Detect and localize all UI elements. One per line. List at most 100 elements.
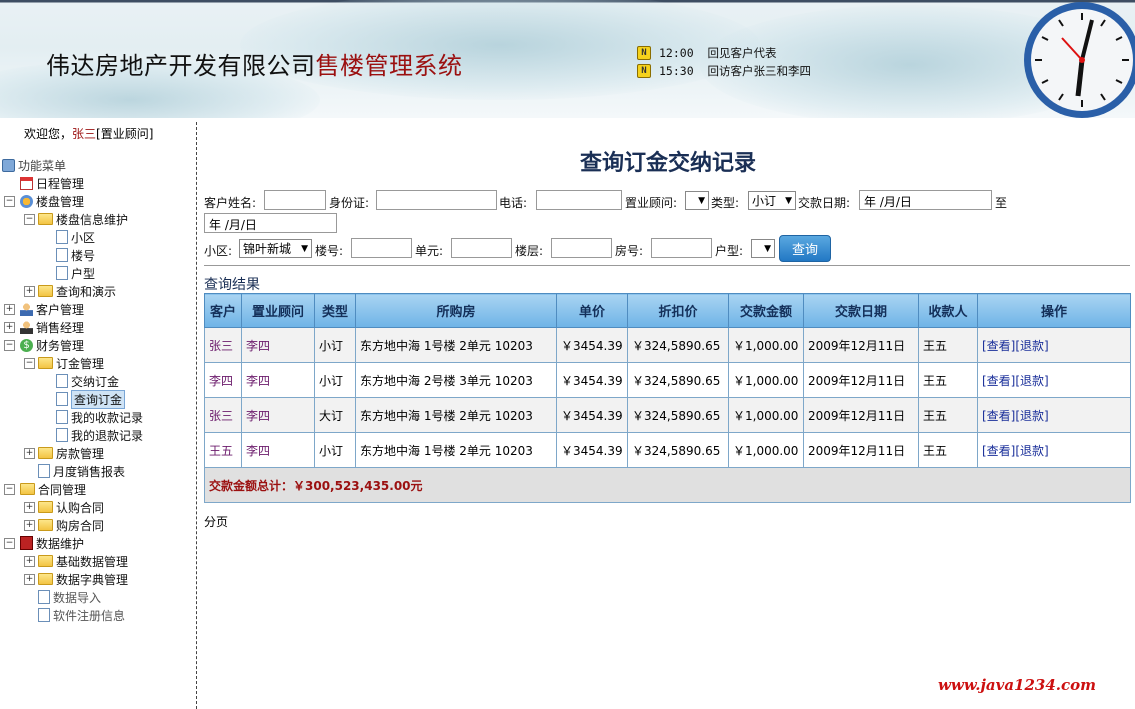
sidebar-item-my-refunds[interactable]: 我的退款记录 (56, 426, 143, 444)
column-header[interactable]: 所购房 (355, 293, 557, 328)
sidebar-item-purchase[interactable]: 购房合同 (38, 516, 104, 534)
customer-link[interactable]: 李四 (204, 362, 242, 398)
id-card-input[interactable] (376, 190, 497, 210)
sidebar-item-payment[interactable]: 房款管理 (38, 444, 104, 462)
sidebar-item-query-deposit[interactable]: 查询订金 (56, 389, 126, 409)
collapse-icon[interactable]: − (4, 340, 15, 351)
column-header[interactable]: 交款日期 (803, 293, 919, 328)
expand-icon[interactable]: + (4, 322, 15, 333)
sidebar-item-label: 月度销售报表 (53, 464, 126, 479)
refund-link[interactable]: [退款] (1015, 339, 1048, 353)
district-select[interactable]: 锦叶新城 ▼ (239, 239, 312, 258)
refund-link[interactable]: [退款] (1015, 444, 1048, 458)
sidebar-item-label: 订金管理 (56, 356, 105, 371)
sidebar-item-import[interactable]: 数据导入 (38, 588, 101, 606)
unit-input[interactable] (451, 238, 512, 258)
sidebar-item-label: 交纳订金 (71, 374, 120, 389)
view-link[interactable]: [查看] (982, 339, 1015, 353)
sidebar-item-contract[interactable]: 合同管理 (20, 480, 86, 498)
reminder-item[interactable]: N 15:30 回访客户张三和李四 (637, 62, 811, 80)
sidebar-item-finance[interactable]: $ 财务管理 (20, 336, 84, 354)
collapse-icon[interactable]: − (24, 214, 35, 225)
page-icon (56, 374, 68, 388)
search-button[interactable]: 查询 (779, 235, 831, 262)
view-link[interactable]: [查看] (982, 409, 1015, 423)
building-input[interactable] (351, 238, 412, 258)
reminder-item[interactable]: N 12:00 回见客户代表 (637, 44, 811, 62)
collapse-icon[interactable]: − (4, 484, 15, 495)
collapse-icon[interactable]: − (4, 196, 15, 207)
consultant-link[interactable]: 李四 (241, 397, 315, 433)
sidebar-item-property-info[interactable]: 楼盘信息维护 (38, 210, 128, 228)
system-name: 售楼管理系统 (315, 52, 463, 80)
expand-icon[interactable]: + (24, 520, 35, 531)
consultant-select[interactable]: ▼ (685, 191, 709, 210)
sidebar-item-customer[interactable]: 客户管理 (20, 300, 84, 318)
expand-icon[interactable]: + (24, 286, 35, 297)
unit-type-label: 户型: (715, 244, 744, 258)
actions-cell: [查看][退款] (977, 397, 1131, 433)
customer-link[interactable]: 张三 (204, 397, 242, 433)
phone-input[interactable] (536, 190, 622, 210)
folder-icon (38, 555, 53, 567)
expand-icon[interactable]: + (24, 556, 35, 567)
column-header[interactable]: 单价 (556, 293, 628, 328)
expand-icon[interactable]: + (24, 574, 35, 585)
sidebar-item-deposit[interactable]: 订金管理 (38, 354, 104, 372)
sidebar-item-district[interactable]: 小区 (56, 228, 95, 246)
unit-type-select[interactable]: ▼ (751, 239, 775, 258)
view-link[interactable]: [查看] (982, 444, 1015, 458)
pagination[interactable]: 分页 (204, 513, 228, 530)
customer-link[interactable]: 王五 (204, 432, 242, 468)
sidebar-item-sales-manager[interactable]: 销售经理 (20, 318, 84, 336)
type-select[interactable]: 小订 ▼ (748, 191, 796, 210)
refund-link[interactable]: [退款] (1015, 409, 1048, 423)
sidebar-item-my-receipts[interactable]: 我的收款记录 (56, 408, 143, 426)
sidebar-item-query-demo[interactable]: 查询和演示 (38, 282, 116, 300)
table-header-row: 客户 置业顾问 类型 所购房 单价 折扣价 交款金额 交款日期 收款人 操作 (204, 293, 1131, 328)
sidebar-item-label: 楼号 (71, 248, 96, 263)
customer-link[interactable]: 张三 (204, 327, 242, 363)
refund-link[interactable]: [退款] (1015, 374, 1048, 388)
sidebar-item-data[interactable]: 数据维护 (20, 534, 84, 552)
consultant-link[interactable]: 李四 (241, 432, 315, 468)
sidebar-item-monthly-report[interactable]: 月度销售报表 (38, 462, 125, 480)
sidebar-item-register[interactable]: 软件注册信息 (38, 606, 125, 624)
column-header[interactable]: 客户 (204, 293, 242, 328)
date-to-input[interactable]: 年 /月/日 (204, 213, 337, 233)
expand-icon[interactable]: + (24, 502, 35, 513)
collapse-icon[interactable]: − (4, 538, 15, 549)
reminder-time: 12:00 (659, 46, 694, 60)
column-header[interactable]: 类型 (314, 293, 356, 328)
price-cell: ￥3454.39 (556, 432, 628, 468)
expand-icon[interactable]: + (24, 448, 35, 459)
sidebar-item-base-data[interactable]: 基础数据管理 (38, 552, 128, 570)
consultant-link[interactable]: 李四 (241, 362, 315, 398)
sidebar-item-property[interactable]: 楼盘管理 (20, 192, 84, 210)
date-cell: 2009年12月11日 (803, 432, 919, 468)
collapse-icon[interactable]: − (24, 358, 35, 369)
customer-name-input[interactable] (264, 190, 326, 210)
column-header[interactable]: 收款人 (918, 293, 978, 328)
column-header[interactable]: 交款金额 (728, 293, 804, 328)
room-input[interactable] (651, 238, 712, 258)
sidebar-item-building[interactable]: 楼号 (56, 246, 95, 264)
column-header[interactable]: 折扣价 (627, 293, 729, 328)
floor-input[interactable] (551, 238, 612, 258)
sidebar-item-pay-deposit[interactable]: 交纳订金 (56, 372, 119, 390)
chevron-down-icon: ▼ (301, 243, 308, 254)
sidebar-item-unit-type[interactable]: 户型 (56, 264, 95, 282)
sidebar-item-schedule[interactable]: 日程管理 (20, 174, 84, 192)
type-cell: 小订 (314, 362, 356, 398)
phone-label: 电话: (499, 196, 528, 210)
column-header[interactable]: 置业顾问 (241, 293, 315, 328)
column-header[interactable]: 操作 (977, 293, 1131, 328)
sidebar-item-subscription[interactable]: 认购合同 (38, 498, 104, 516)
view-link[interactable]: [查看] (982, 374, 1015, 388)
total-amount: 交款金额总计：￥300,523,435.00元 (204, 467, 1131, 503)
consultant-link[interactable]: 李四 (241, 327, 315, 363)
expand-icon[interactable]: + (4, 304, 15, 315)
date-from-input[interactable]: 年 /月/日 (859, 190, 992, 210)
customer-name-label: 客户姓名: (204, 196, 257, 210)
sidebar-item-dict[interactable]: 数据字典管理 (38, 570, 128, 588)
